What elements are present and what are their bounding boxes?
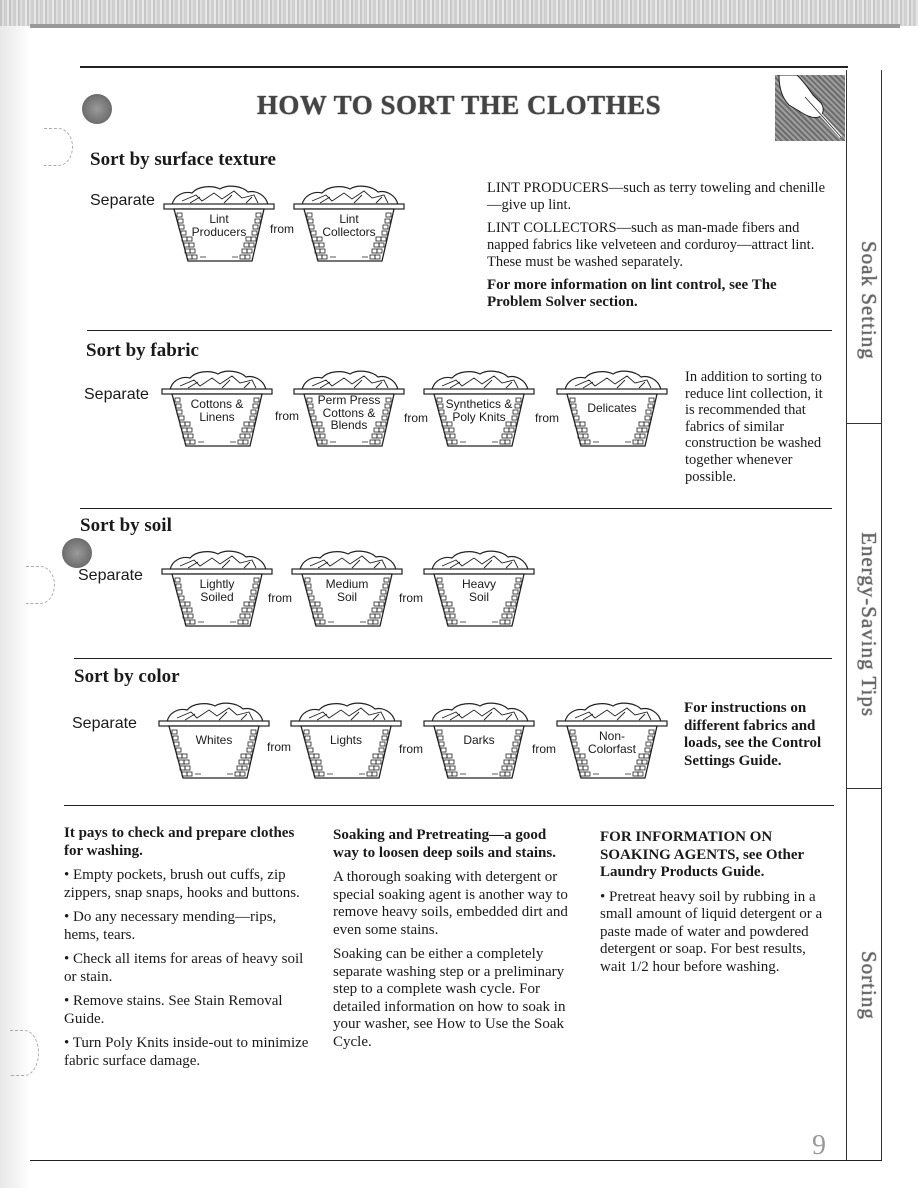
prepare-bullet: • Do any necessary mending—rips, hems, t… bbox=[64, 909, 277, 943]
agents-bullet: • Pretreat heavy soil by rubbing in a sm… bbox=[600, 888, 823, 975]
basket-label-line: Lint bbox=[339, 212, 359, 226]
basket-label: Perm Press Cottons & Blends bbox=[308, 394, 390, 432]
basket-perm-press: Perm Press Cottons & Blends bbox=[290, 368, 408, 448]
basket-label-line: Soiled bbox=[200, 589, 234, 604]
basket-label-line: Poly Knits bbox=[452, 409, 506, 424]
basket-label-line: Linens bbox=[199, 409, 235, 424]
basket-label-line: Perm Press bbox=[317, 393, 381, 407]
basket-label-line: Lightly bbox=[199, 577, 235, 591]
soaking-heading: Soaking and Pretreating—a good way to lo… bbox=[333, 827, 556, 861]
basket-label-line: Producers bbox=[191, 224, 247, 239]
section-heading-fabric: Sort by fabric bbox=[86, 340, 199, 361]
agents-column: FOR INFORMATION ON SOAKING AGENTS, see O… bbox=[600, 829, 835, 983]
lint-collectors-note: LINT COLLECTORS—such as man-made fibers … bbox=[487, 220, 815, 270]
basket-cottons-linens: Cottons & Linens bbox=[158, 368, 276, 448]
basket-delicates: Delicates bbox=[553, 368, 671, 448]
basket-label: Medium Soil bbox=[306, 578, 388, 603]
divider bbox=[74, 658, 832, 659]
basket-lightly-soiled: Lightly Soiled bbox=[158, 548, 276, 628]
basket-label-line: Lint bbox=[209, 212, 229, 226]
lint-control-note: For more information on lint control, se… bbox=[487, 277, 777, 310]
side-tab-soak-setting[interactable]: Soak Setting bbox=[847, 160, 881, 440]
basket-label: Whites bbox=[173, 734, 255, 747]
divider bbox=[64, 805, 834, 806]
lint-notes: LINT PRODUCERS—such as terry toweling an… bbox=[487, 180, 832, 317]
basket-label-line: Colorfast bbox=[587, 741, 637, 756]
section-heading-surface: Sort by surface texture bbox=[90, 149, 276, 170]
basket-label-line: Collectors bbox=[322, 224, 376, 239]
basket-synthetics: Synthetics & Poly Knits bbox=[420, 368, 538, 448]
basket-label-line: Heavy bbox=[461, 577, 496, 591]
basket-label: Heavy Soil bbox=[438, 578, 520, 603]
basket-lint-collectors: Lint Collectors bbox=[290, 183, 408, 263]
bottom-rule bbox=[30, 1160, 882, 1161]
hand-icon bbox=[778, 75, 843, 139]
hand-illustration bbox=[775, 75, 845, 141]
side-tab-strip: Soak Setting Energy-Saving Tips Sorting bbox=[846, 70, 882, 1160]
basket-label-line: Blends bbox=[330, 418, 368, 432]
prepare-bullet: • Turn Poly Knits inside-out to minimize… bbox=[64, 1035, 309, 1069]
basket-medium-soil: Medium Soil bbox=[288, 548, 406, 628]
basket-label: Synthetics & Poly Knits bbox=[438, 398, 520, 423]
prepare-bullet: • Check all items for areas of heavy soi… bbox=[64, 951, 304, 985]
separate-label: Separate bbox=[84, 386, 149, 403]
basket-label: Lint Producers bbox=[178, 213, 260, 238]
basket-label-line: Soil bbox=[336, 589, 357, 604]
divider bbox=[87, 330, 832, 331]
soaking-paragraph: A thorough soaking with detergent or spe… bbox=[333, 869, 568, 938]
basket-label-line: Cottons & bbox=[190, 397, 244, 411]
separate-label: Separate bbox=[90, 192, 155, 209]
prepare-heading: It pays to check and prepare clothes for… bbox=[64, 825, 295, 859]
basket-label: Lights bbox=[305, 734, 387, 747]
side-tab-energy-saving-tips[interactable]: Energy-Saving Tips bbox=[847, 480, 881, 770]
top-rule bbox=[80, 66, 848, 68]
agents-heading: FOR INFORMATION ON SOAKING AGENTS, see O… bbox=[600, 829, 804, 880]
side-tab-sorting[interactable]: Sorting bbox=[847, 910, 881, 1060]
basket-label: Non- Colorfast bbox=[571, 730, 653, 755]
control-settings-note: For instructions on different fabrics an… bbox=[684, 700, 822, 769]
separate-label: Separate bbox=[72, 715, 137, 732]
basket-label: Lint Collectors bbox=[308, 213, 390, 238]
lint-producers-note: LINT PRODUCERS—such as terry toweling an… bbox=[487, 180, 826, 213]
basket-label-line: Lights bbox=[329, 733, 363, 747]
section-heading-soil: Sort by soil bbox=[80, 515, 172, 536]
separate-label: Separate bbox=[78, 567, 143, 584]
basket-label: Delicates bbox=[571, 402, 653, 415]
basket-label-line: Whites bbox=[195, 733, 233, 747]
basket-label-line: Non- bbox=[598, 729, 625, 743]
basket-label-line: Delicates bbox=[587, 401, 637, 415]
basket-darks: Darks bbox=[420, 700, 538, 780]
basket-label: Cottons & Linens bbox=[176, 398, 258, 423]
binder-hole-ghost bbox=[44, 128, 73, 166]
divider bbox=[80, 508, 832, 509]
fabric-note: In addition to sorting to reduce lint co… bbox=[685, 369, 823, 485]
soaking-paragraph: Soaking can be either a completely separ… bbox=[333, 946, 566, 1050]
soaking-column: Soaking and Pretreating—a good way to lo… bbox=[333, 827, 568, 1058]
basket-label: Darks bbox=[438, 734, 520, 747]
tab-divider bbox=[847, 788, 881, 789]
tab-divider bbox=[847, 423, 881, 424]
basket-heavy-soil: Heavy Soil bbox=[420, 548, 538, 628]
basket-label: Lightly Soiled bbox=[176, 578, 258, 603]
basket-lights: Lights bbox=[287, 700, 405, 780]
basket-label-line: Synthetics & bbox=[445, 397, 513, 411]
prepare-column: It pays to check and prepare clothes for… bbox=[64, 825, 309, 1077]
basket-lint-producers: Lint Producers bbox=[160, 183, 278, 263]
binder-hole-ghost bbox=[26, 566, 55, 604]
basket-whites: Whites bbox=[155, 700, 273, 780]
basket-label-line: Medium bbox=[325, 577, 369, 591]
binder-hole bbox=[62, 538, 92, 568]
prepare-bullet: • Remove stains. See Stain Removal Guide… bbox=[64, 993, 283, 1027]
basket-non-colorfast: Non- Colorfast bbox=[553, 700, 671, 780]
section-heading-color: Sort by color bbox=[74, 666, 180, 687]
page-number: 9 bbox=[812, 1130, 826, 1161]
binder-hole-ghost bbox=[10, 1030, 39, 1076]
basket-label-line: Darks bbox=[463, 733, 495, 747]
basket-label-line: Soil bbox=[468, 589, 489, 604]
page-edge bbox=[30, 24, 900, 28]
scan-top-edge bbox=[0, 0, 918, 26]
prepare-bullet: • Empty pockets, brush out cuffs, zip zi… bbox=[64, 867, 300, 901]
